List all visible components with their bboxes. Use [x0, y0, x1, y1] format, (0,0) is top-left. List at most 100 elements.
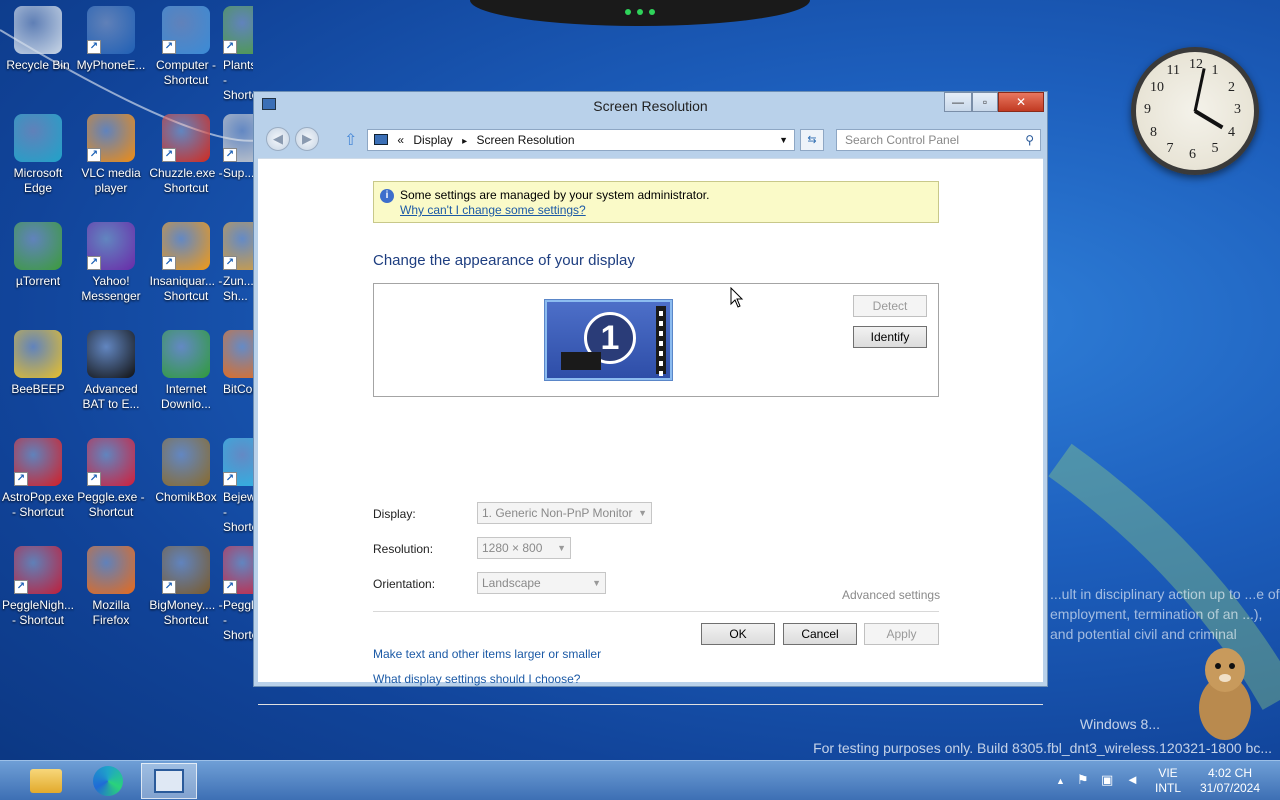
edge-icon: [14, 114, 62, 162]
display-help-link[interactable]: What display settings should I choose?: [373, 672, 580, 686]
hour-hand: [1193, 109, 1224, 130]
monitor-1-tile[interactable]: 1: [545, 300, 672, 380]
bin-icon: [14, 6, 62, 54]
breadcrumb-screen-resolution[interactable]: Screen Resolution: [476, 133, 574, 147]
system-clock[interactable]: 4:02 CH 31/07/2024: [1192, 766, 1268, 796]
desktop-icon[interactable]: µTorrent: [0, 222, 76, 289]
ok-button[interactable]: OK: [701, 623, 775, 645]
fuzzball-icon: ↗: [162, 114, 210, 162]
identify-button[interactable]: Identify: [853, 326, 927, 348]
network-icon[interactable]: ▣: [1101, 772, 1113, 787]
chevron-down-icon: ▼: [638, 508, 647, 518]
taskbar-explorer[interactable]: [18, 763, 74, 799]
peggle-icon: ↗: [223, 546, 253, 594]
desktop-icon[interactable]: ↗ PeggleWo... - Shortcut: [223, 546, 253, 643]
text-size-link[interactable]: Make text and other items larger or smal…: [373, 647, 601, 661]
desktop-icon[interactable]: Internet Downlo...: [148, 330, 224, 412]
refresh-button[interactable]: ⇆: [800, 129, 824, 151]
smiley-icon: ↗: [87, 222, 135, 270]
language-indicator[interactable]: VIE INTL: [1150, 766, 1186, 796]
download-globe-icon: [162, 330, 210, 378]
minimize-button[interactable]: —: [944, 92, 972, 112]
app-icon: ↗: [223, 222, 253, 270]
clock-gadget[interactable]: 12 1 2 3 4 5 6 7 8 9 10 11: [1131, 47, 1259, 175]
desktop-icon[interactable]: ↗ Sup...: [223, 114, 253, 181]
desktop-icon[interactable]: ↗ Peggle.exe - Shortcut: [73, 438, 149, 520]
desktop-icon[interactable]: ↗ PlantsVsZo... - Shortcut: [223, 6, 253, 103]
cancel-button[interactable]: Cancel: [783, 623, 857, 645]
display-label: Display:: [373, 507, 416, 521]
taskbar-control-panel[interactable]: [141, 763, 197, 799]
search-input[interactable]: Search Control Panel ⚲: [836, 129, 1041, 151]
shortcut-arrow-icon: ↗: [14, 472, 28, 486]
desktop-icon[interactable]: ↗ Bejeweled... - Shortcut: [223, 438, 253, 535]
shortcut-arrow-icon: ↗: [14, 580, 28, 594]
desktop-icon[interactable]: Recycle Bin: [0, 6, 76, 73]
desktop-icon[interactable]: ↗ Zun... Sh...: [223, 222, 253, 304]
fish-icon: ↗: [162, 222, 210, 270]
breadcrumb-separator-icon[interactable]: ▸: [462, 136, 467, 147]
desktop-icon[interactable]: ↗ Chuzzle.exe - Shortcut: [148, 114, 224, 196]
desktop-icon-label: VLC media player: [81, 166, 141, 195]
desktop-icon-label: Microsoft Edge: [13, 166, 63, 195]
advanced-settings-link[interactable]: Advanced settings: [842, 588, 940, 602]
tray-chevron-icon[interactable]: ▲: [1056, 774, 1065, 789]
cone-icon: ↗: [87, 114, 135, 162]
title-bar[interactable]: Screen Resolution — ▫ ✕: [254, 92, 1047, 120]
sync-icon: ↗: [87, 6, 135, 54]
close-button[interactable]: ✕: [998, 92, 1044, 112]
shortcut-arrow-icon: ↗: [223, 40, 237, 54]
volume-muted-icon[interactable]: ◄: [1126, 772, 1139, 787]
bat-icon: [87, 330, 135, 378]
hamster-box-icon: [162, 438, 210, 486]
breadcrumb-display[interactable]: Display: [413, 133, 452, 147]
desktop-icon[interactable]: ↗ Yahoo! Messenger: [73, 222, 149, 304]
display-select[interactable]: 1. Generic Non-PnP Monitor ▼: [477, 502, 652, 524]
action-center-icon[interactable]: ⚑: [1077, 772, 1089, 787]
desktop-icon[interactable]: Advanced BAT to E...: [73, 330, 149, 412]
desktop-icon[interactable]: ↗ PeggleNigh... - Shortcut: [0, 546, 76, 628]
shortcut-arrow-icon: ↗: [223, 580, 237, 594]
detect-button[interactable]: Detect: [853, 295, 927, 317]
desktop-icon[interactable]: Microsoft Edge: [0, 114, 76, 196]
desktop-icon[interactable]: ↗ Computer - Shortcut: [148, 6, 224, 88]
page-heading: Change the appearance of your display: [373, 252, 635, 269]
shortcut-arrow-icon: ↗: [162, 580, 176, 594]
clock-numeral: 2: [1227, 79, 1235, 95]
desktop-icon[interactable]: ↗ BigMoney.... - Shortcut: [148, 546, 224, 628]
breadcrumb-overflow[interactable]: «: [397, 133, 404, 147]
search-icon[interactable]: ⚲: [1025, 130, 1034, 150]
minute-hand: [1193, 67, 1206, 112]
desktop-icon-label: Zun... Sh...: [223, 274, 253, 303]
why-cant-change-link[interactable]: Why can't I change some settings?: [400, 203, 586, 217]
forward-icon[interactable]: ▶: [295, 127, 319, 151]
desktop-icon[interactable]: ↗ AstroPop.exe - Shortcut: [0, 438, 76, 520]
search-placeholder: Search Control Panel: [845, 133, 960, 147]
clock-numeral: 10: [1150, 79, 1165, 95]
content-pane: i Some settings are managed by your syst…: [258, 158, 1043, 705]
resolution-select[interactable]: 1280 × 800 ▼: [477, 537, 571, 559]
maximize-button[interactable]: ▫: [972, 92, 998, 112]
desktop-icon[interactable]: BitComet: [223, 330, 253, 397]
desktop-icon[interactable]: ↗ MyPhoneE...: [73, 6, 149, 73]
money-bag-icon: ↗: [162, 546, 210, 594]
address-bar[interactable]: « Display ▸ Screen Resolution ▼: [367, 129, 795, 151]
back-icon[interactable]: ◀: [266, 127, 290, 151]
taskbar-edge[interactable]: [80, 763, 136, 799]
apply-button[interactable]: Apply: [864, 623, 939, 645]
desktop-icon[interactable]: Mozilla Firefox: [73, 546, 149, 628]
address-dropdown-icon[interactable]: ▼: [779, 130, 788, 150]
monitor-small-icon: [374, 134, 388, 145]
monitor-taskbar-strip: [561, 352, 601, 370]
orientation-select[interactable]: Landscape ▼: [477, 572, 606, 594]
desktop-icon-label: Sup...: [223, 166, 253, 180]
desktop-icon[interactable]: ↗ Insaniquar... - Shortcut: [148, 222, 224, 304]
up-arrow-icon[interactable]: ⇧: [344, 130, 357, 150]
desktop-icon[interactable]: BeeBEEP: [0, 330, 76, 397]
desktop-icon-label: PlantsVsZo... - Shortcut: [223, 58, 253, 102]
desktop-icon[interactable]: ↗ VLC media player: [73, 114, 149, 196]
window-title: Screen Resolution: [593, 98, 708, 114]
desktop-icon-label: Bejeweled... - Shortcut: [223, 490, 253, 534]
desktop-icon-label: Chuzzle.exe - Shortcut: [149, 166, 223, 195]
desktop-icon[interactable]: ChomikBox: [148, 438, 224, 505]
